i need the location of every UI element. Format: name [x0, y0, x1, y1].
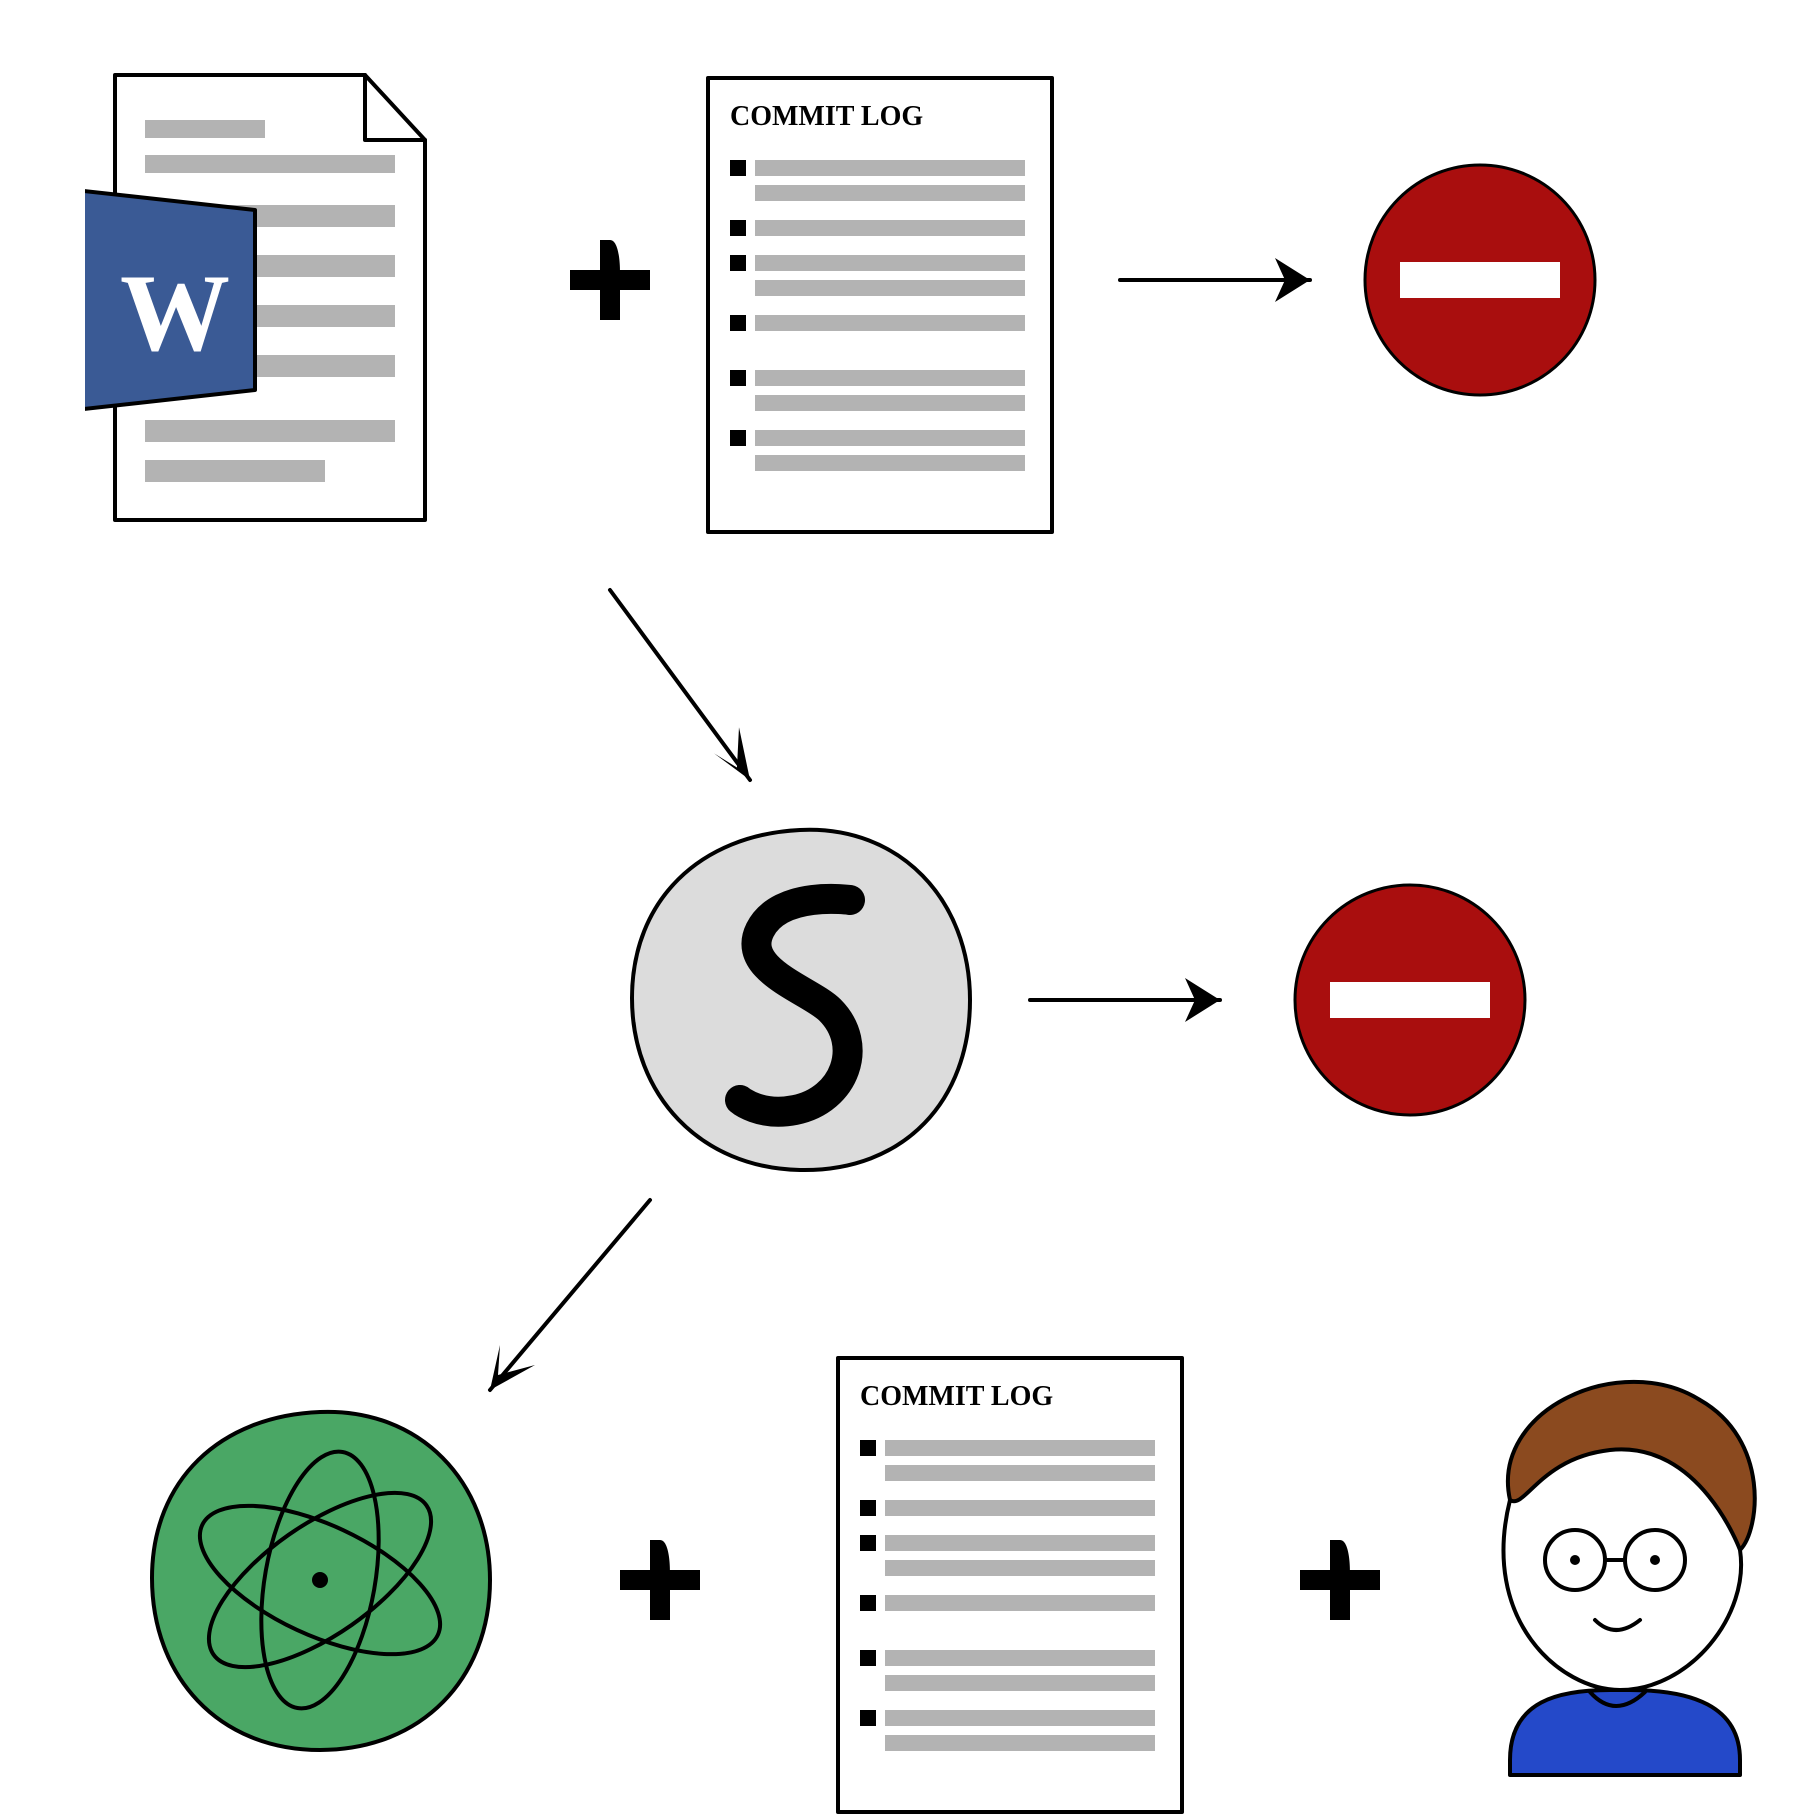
word-document-icon: W: [85, 60, 455, 540]
commit-log-icon: COMMIT LOG: [830, 1350, 1190, 1820]
commit-log-entries: [860, 1440, 1155, 1751]
commit-log-title: COMMIT LOG: [730, 101, 923, 132]
plus-icon: [1290, 1530, 1390, 1630]
plus-icon: [560, 230, 660, 330]
word-letter: W: [120, 252, 230, 374]
atom-circle-icon: [140, 1400, 500, 1760]
commit-log-title: COMMIT LOG: [860, 1381, 1053, 1412]
no-entry-icon: [1290, 880, 1530, 1120]
commit-log-icon: COMMIT LOG: [700, 70, 1060, 540]
arrow-right-icon: [1110, 240, 1350, 320]
person-icon: [1440, 1360, 1780, 1780]
diagram-canvas: W COMMIT LOG S: [0, 0, 1793, 1819]
plus-icon: [610, 1530, 710, 1630]
s-circle-icon: [620, 820, 980, 1180]
no-entry-icon: [1360, 160, 1600, 400]
commit-log-entries: [730, 160, 1025, 471]
arrow-right-icon: [1020, 960, 1260, 1040]
arrow-down-right-icon: [580, 570, 800, 830]
